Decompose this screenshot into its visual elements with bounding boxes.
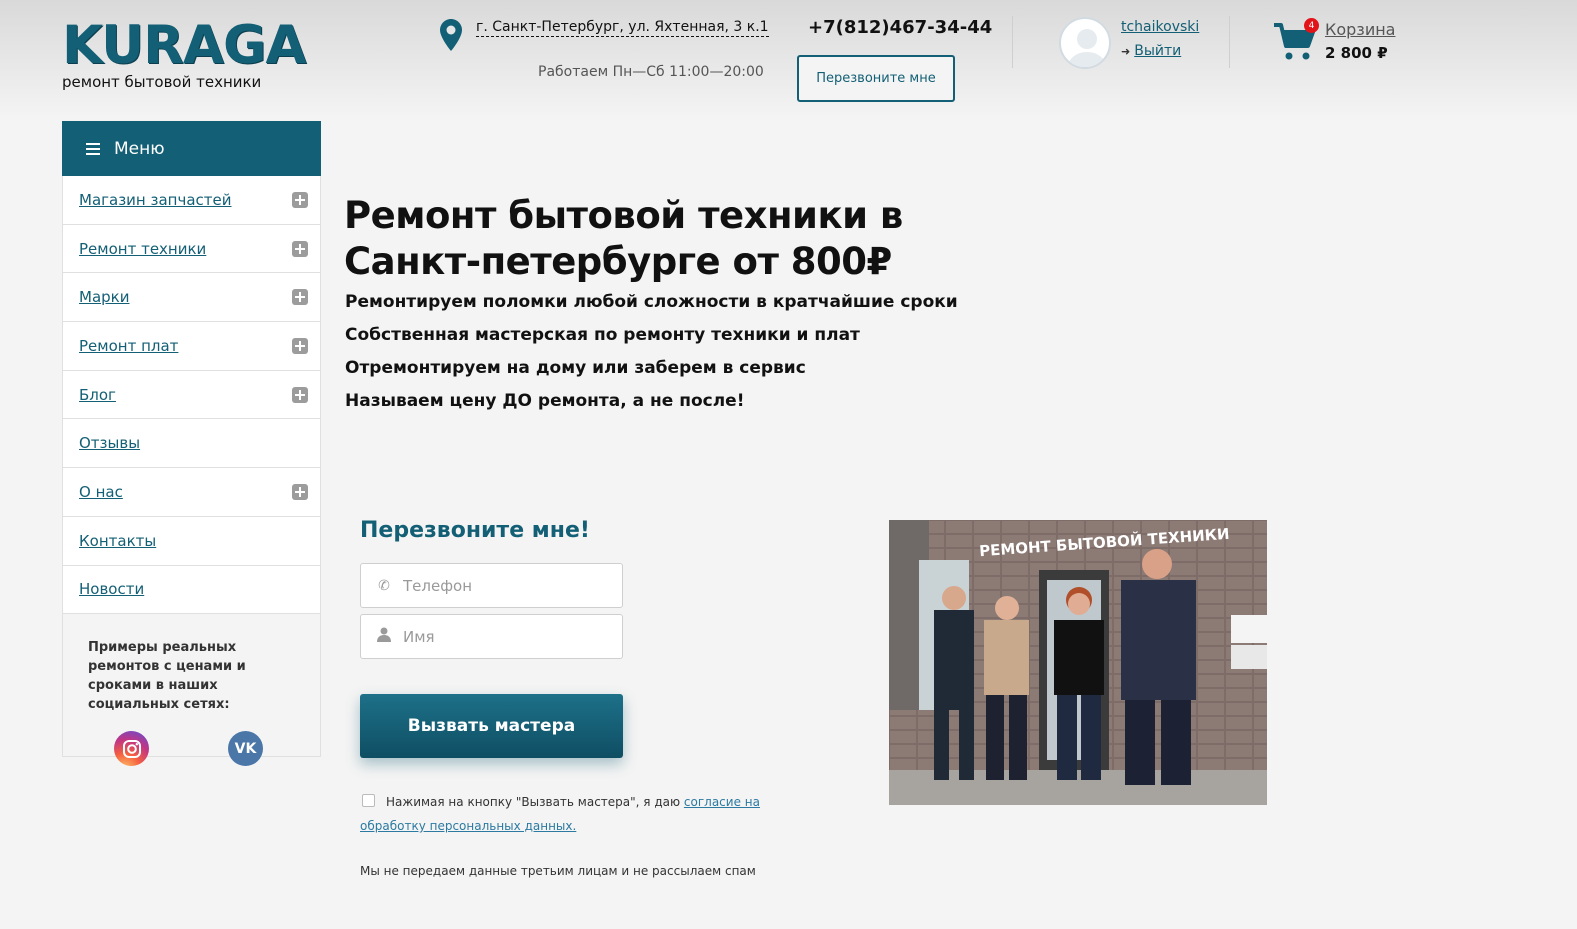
- consent-label: Нажимая на кнопку "Вызвать мастера", я д…: [386, 795, 681, 809]
- sidebar-item-label[interactable]: Магазин запчастей: [79, 191, 232, 209]
- callback-button[interactable]: Перезвоните мне: [797, 55, 955, 102]
- username-link[interactable]: tchaikovski: [1121, 19, 1199, 35]
- phone-number[interactable]: +7(812)467-34-44: [808, 17, 992, 38]
- expand-plus-icon[interactable]: [292, 483, 308, 500]
- sidebar-item-label[interactable]: Отзывы: [79, 434, 140, 452]
- sidebar-item-label[interactable]: Контакты: [79, 532, 156, 550]
- sidebar-item-parts-shop[interactable]: Магазин запчастей: [63, 176, 320, 225]
- name-input[interactable]: [403, 627, 603, 646]
- expand-plus-icon[interactable]: [292, 240, 308, 257]
- expand-plus-icon[interactable]: [292, 191, 308, 208]
- sidebar-item-news[interactable]: Новости: [63, 566, 320, 615]
- sidebar-item-reviews[interactable]: Отзывы: [63, 419, 320, 469]
- menu-toggle[interactable]: Меню: [62, 121, 321, 176]
- sidebar-item-label[interactable]: Ремонт плат: [79, 337, 178, 355]
- menu-label: Меню: [114, 138, 165, 159]
- logout-icon: ➜: [1121, 44, 1131, 58]
- cart-total: 2 800 ₽: [1325, 44, 1388, 62]
- sidebar-item-repair[interactable]: Ремонт техники: [63, 225, 320, 274]
- sidebar-item-label[interactable]: Новости: [79, 580, 144, 598]
- hamburger-icon: [86, 142, 100, 155]
- no-spam-note: Мы не передаем данные третьим лицам и не…: [360, 864, 756, 878]
- social-icons: VK: [88, 714, 300, 767]
- cart-count-badge: 4: [1304, 18, 1319, 33]
- header: KURAGA ремонт бытовой техники г. Санкт-П…: [0, 0, 1577, 118]
- social-box: Примеры реальных ремонтов с ценами и сро…: [62, 614, 321, 767]
- menu-list: Магазин запчастей Ремонт техники Марки Р…: [62, 176, 321, 615]
- form-title: Перезвоните мне!: [360, 518, 590, 543]
- sidebar-item-blog[interactable]: Блог: [63, 371, 320, 420]
- divider: [1229, 16, 1230, 68]
- logout-link[interactable]: ➜ Выйти: [1121, 43, 1181, 59]
- phone-input[interactable]: [403, 576, 603, 595]
- logout-label: Выйти: [1134, 43, 1182, 59]
- expand-plus-icon[interactable]: [292, 337, 308, 354]
- divider: [1012, 16, 1013, 68]
- avatar[interactable]: [1059, 17, 1111, 69]
- sidebar-menu: Меню Магазин запчастей Ремонт техники Ма…: [62, 121, 321, 767]
- user-silhouette-icon: [1067, 29, 1107, 67]
- hero-title: Ремонт бытовой техники в Санкт-петербург…: [344, 194, 903, 283]
- user-icon: [375, 627, 393, 646]
- sidebar-item-label[interactable]: О нас: [79, 483, 123, 501]
- hero-benefit: Называем цену ДО ремонта, а не после!: [345, 391, 745, 411]
- team-photo: РЕМОНТ БЫТОВОЙ ТЕХНИКИ: [889, 520, 1267, 805]
- working-hours: Работаем Пн—Сб 11:00—20:00: [538, 64, 764, 80]
- name-field[interactable]: [360, 614, 623, 659]
- expand-plus-icon[interactable]: [292, 289, 308, 306]
- sidebar-item-about[interactable]: О нас: [63, 468, 320, 517]
- cart-link[interactable]: Корзина: [1325, 20, 1395, 39]
- logo[interactable]: KURAGA ремонт бытовой техники: [62, 15, 307, 91]
- hero-benefit: Отремонтируем на дому или заберем в серв…: [345, 358, 806, 378]
- sidebar-item-label[interactable]: Ремонт техники: [79, 240, 206, 258]
- vk-icon[interactable]: VK: [228, 731, 263, 767]
- sidebar-item-brands[interactable]: Марки: [63, 273, 320, 323]
- sidebar-item-label[interactable]: Марки: [79, 288, 129, 306]
- call-master-button[interactable]: Вызвать мастера: [360, 694, 623, 758]
- social-text: Примеры реальных ремонтов с ценами и сро…: [88, 640, 246, 713]
- location-pin-icon: [440, 19, 462, 51]
- sidebar-item-board-repair[interactable]: Ремонт плат: [63, 322, 320, 371]
- hero-benefit: Собственная мастерская по ремонту техник…: [345, 325, 860, 345]
- consent-text: Нажимая на кнопку "Вызвать мастера", я д…: [360, 790, 820, 838]
- sidebar-item-contacts[interactable]: Контакты: [63, 517, 320, 566]
- instagram-icon[interactable]: [114, 731, 149, 767]
- hero-benefit: Ремонтируем поломки любой сложности в кр…: [345, 292, 958, 312]
- camera-icon: [122, 739, 141, 758]
- sidebar-item-label[interactable]: Блог: [79, 386, 116, 404]
- phone-icon: ✆: [378, 577, 390, 594]
- phone-field[interactable]: ✆: [360, 563, 623, 608]
- hero-benefits: Ремонтируем поломки любой сложности в кр…: [345, 290, 958, 422]
- address-link[interactable]: г. Санкт-Петербург, ул. Яхтенная, 3 к.1: [476, 18, 769, 37]
- expand-plus-icon[interactable]: [292, 386, 308, 403]
- logo-text: KURAGA: [62, 15, 307, 76]
